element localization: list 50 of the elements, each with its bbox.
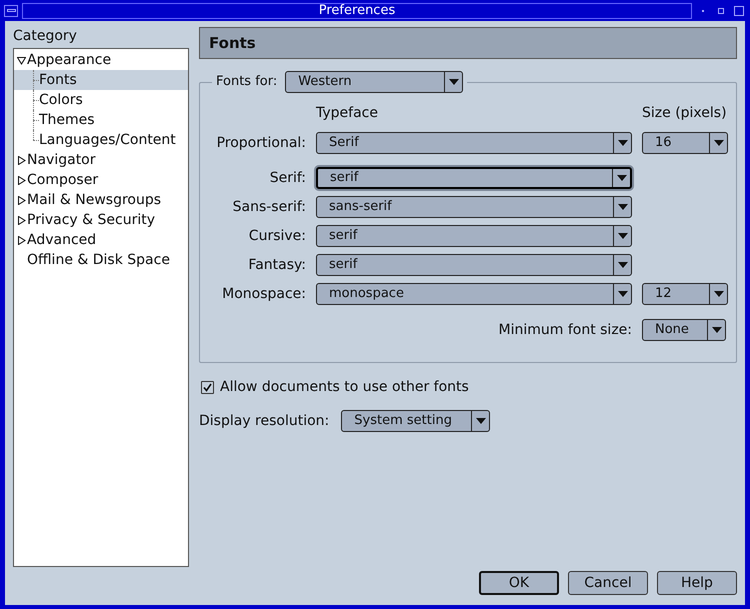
- caret-icon: [448, 79, 459, 85]
- typeface-dropdown[interactable]: monospace: [316, 283, 632, 305]
- window-title: Preferences: [22, 2, 692, 18]
- fullscreen-button[interactable]: [732, 6, 746, 16]
- typeface-dropdown[interactable]: Serif: [316, 132, 632, 154]
- caret-icon: [618, 262, 628, 268]
- font-label: Monospace:: [221, 284, 306, 304]
- font-label: Fantasy:: [247, 256, 306, 274]
- caret-icon: [712, 327, 722, 333]
- font-label: Proportional:: [216, 134, 306, 152]
- caret-icon: [714, 291, 724, 297]
- font-label: Serif:: [268, 168, 306, 188]
- typeface-dropdown[interactable]: sans-serif: [316, 196, 632, 218]
- dialog-button[interactable]: OK: [479, 571, 559, 595]
- checkbox-label: Allow documents to use other fonts: [220, 378, 469, 397]
- display-resolution-label: Display resolution:: [199, 412, 330, 430]
- typeface-dropdown[interactable]: serif: [316, 254, 632, 276]
- collapsed-triangle-icon[interactable]: [17, 176, 26, 184]
- collapsed-triangle-icon[interactable]: [17, 216, 26, 224]
- caret-icon: [618, 291, 628, 297]
- typeface-dropdown[interactable]: serif: [316, 225, 632, 247]
- caret-icon: [714, 140, 724, 146]
- caret-icon: [618, 204, 628, 210]
- caret-icon: [476, 418, 486, 424]
- minimum-size-dropdown[interactable]: None: [642, 319, 726, 341]
- resolution-dropdown[interactable]: System setting: [341, 410, 490, 432]
- category-label: Category: [13, 27, 78, 46]
- dialog-button[interactable]: Cancel: [568, 571, 648, 595]
- language-dropdown[interactable]: Western: [285, 71, 464, 93]
- page-header: Fonts: [199, 27, 737, 59]
- collapsed-triangle-icon[interactable]: [17, 196, 26, 204]
- font-label: Cursive:: [248, 226, 306, 246]
- checkbox[interactable]: [201, 381, 214, 394]
- window-menu-button[interactable]: [4, 4, 18, 16]
- caret-icon: [618, 140, 628, 146]
- collapsed-triangle-icon[interactable]: [17, 156, 26, 164]
- font-label: Sans-serif:: [232, 198, 306, 216]
- size-header: Size (pixels): [642, 104, 728, 122]
- typeface-dropdown[interactable]: serif: [316, 167, 632, 189]
- size-dropdown[interactable]: 12: [642, 283, 728, 305]
- dialog-button[interactable]: Help: [657, 571, 737, 595]
- caret-icon: [618, 233, 628, 239]
- caret-icon: [616, 175, 626, 181]
- collapsed-triangle-icon[interactable]: [17, 236, 26, 244]
- size-dropdown[interactable]: 16: [642, 132, 728, 154]
- expanded-triangle-icon[interactable]: [17, 56, 26, 64]
- minimum-font-size-label: Minimum font size:: [498, 320, 632, 340]
- tree-item[interactable]: Fonts: [14, 70, 188, 90]
- typeface-header: Typeface: [316, 104, 379, 122]
- fonts-for-label: Fonts for:: [216, 73, 278, 92]
